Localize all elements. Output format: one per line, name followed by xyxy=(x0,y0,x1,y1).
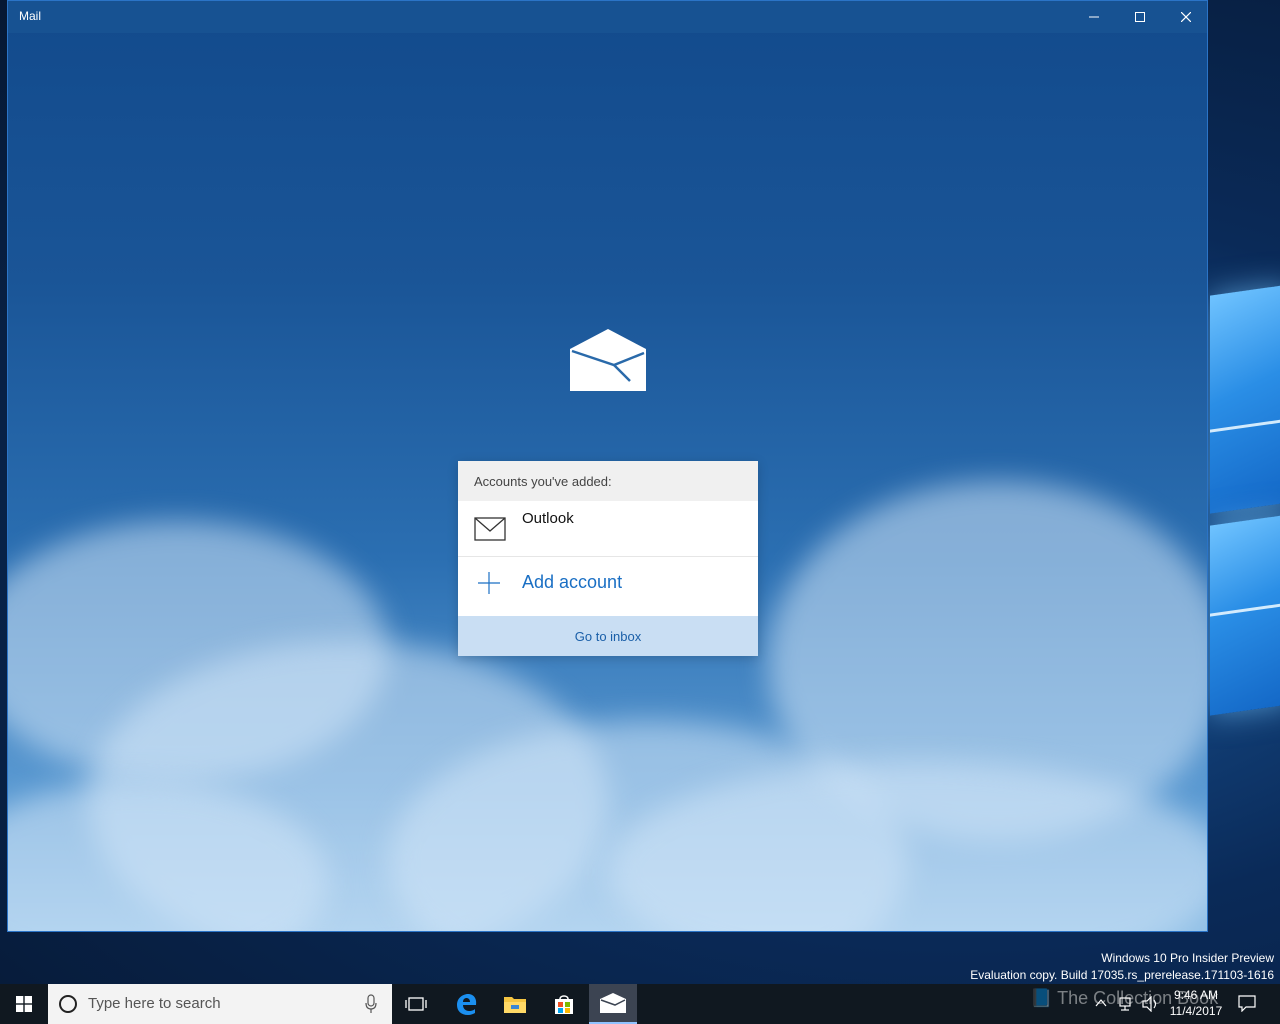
account-item-outlook[interactable]: Outlook xyxy=(458,501,758,557)
account-name: Outlook xyxy=(522,510,574,527)
minimize-icon xyxy=(1089,16,1099,18)
edge-browser-icon xyxy=(457,994,477,1015)
start-button[interactable] xyxy=(0,984,48,1024)
action-center-icon[interactable] xyxy=(1238,994,1256,1012)
accounts-header: Accounts you've added: xyxy=(458,461,758,501)
windows-start-icon xyxy=(16,996,32,1012)
add-account-button[interactable]: Add account xyxy=(458,557,758,615)
maximize-button[interactable] xyxy=(1117,1,1163,33)
close-button[interactable] xyxy=(1163,1,1207,33)
add-account-label: Add account xyxy=(522,572,623,592)
minimize-button[interactable] xyxy=(1071,1,1117,33)
mail-app-logo-icon xyxy=(570,329,646,391)
file-explorer-taskbar-button[interactable] xyxy=(491,984,539,1024)
title-bar[interactable]: Mail xyxy=(8,1,1207,33)
go-to-inbox-button[interactable]: Go to inbox xyxy=(458,616,758,656)
mail-icon xyxy=(600,993,626,1013)
microphone-icon[interactable] xyxy=(364,994,378,1014)
maximize-icon xyxy=(1135,12,1145,22)
close-icon xyxy=(1181,12,1191,22)
search-placeholder: Type here to search xyxy=(88,995,221,1012)
window-title: Mail xyxy=(19,9,42,23)
watermark-line-1: Windows 10 Pro Insider Preview xyxy=(1101,951,1274,965)
accounts-card: Accounts you've added: Outlook Add accou… xyxy=(458,461,758,656)
brand-text: The Collection Book xyxy=(1057,988,1219,1008)
store-icon xyxy=(555,995,573,1014)
taskbar-search-box[interactable]: Type here to search xyxy=(48,984,392,1024)
plus-icon xyxy=(478,572,500,594)
mail-window: Mail Accounts you've added: Outlook Add … xyxy=(7,0,1208,932)
mail-taskbar-button[interactable] xyxy=(589,984,637,1024)
envelope-icon xyxy=(474,517,506,541)
store-taskbar-button[interactable] xyxy=(540,984,588,1024)
desktop: Mail Accounts you've added: Outlook Add … xyxy=(0,0,1280,1024)
brand-watermark: 📘 The Collection Book xyxy=(1030,988,1218,1009)
task-view-button[interactable] xyxy=(392,984,440,1024)
edge-taskbar-button[interactable] xyxy=(442,984,490,1024)
watermark-line-2: Evaluation copy. Build 17035.rs_prerelea… xyxy=(970,968,1274,982)
folder-icon xyxy=(504,997,526,1013)
windows-logo-pane-top xyxy=(1210,284,1280,514)
evaluation-watermark: Windows 10 Pro Insider Preview Evaluatio… xyxy=(970,950,1274,984)
task-view-icon xyxy=(405,997,427,1011)
cortana-icon xyxy=(59,995,77,1013)
brand-book-icon: 📘 xyxy=(1030,988,1053,1008)
